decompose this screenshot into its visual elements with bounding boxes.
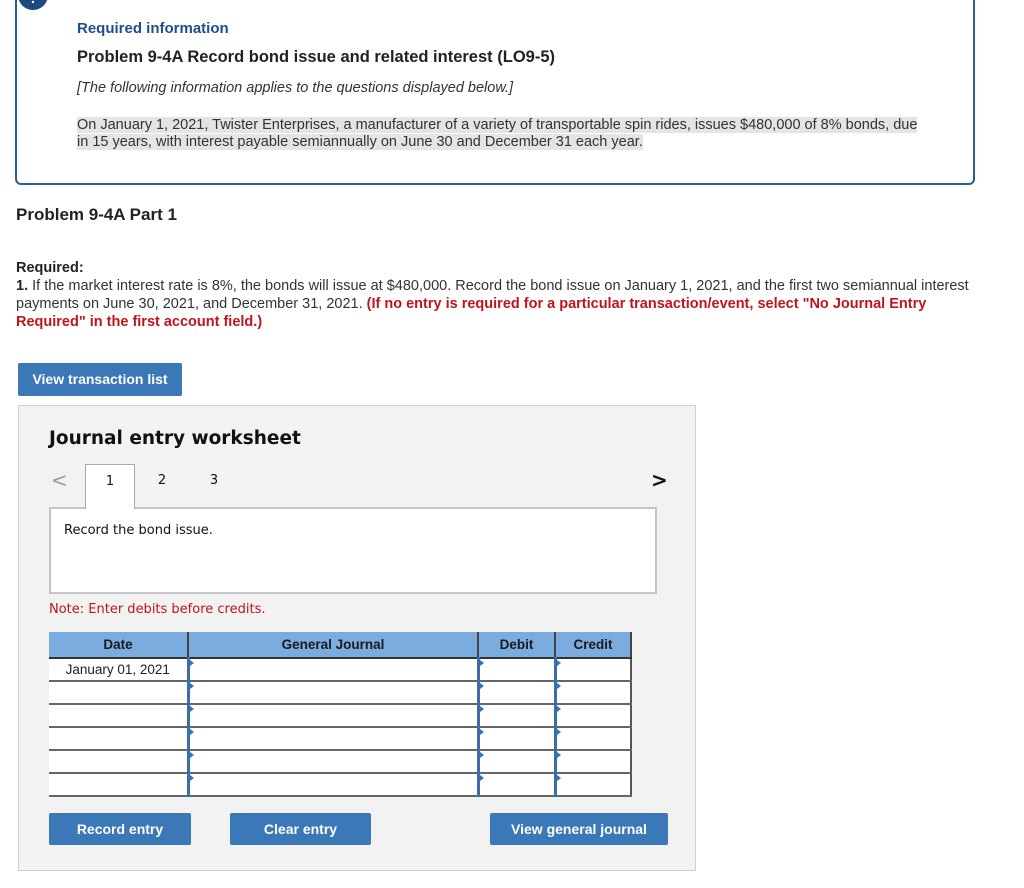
account-input[interactable] [186, 657, 479, 682]
part-heading: Problem 9-4A Part 1 [16, 205, 177, 224]
view-transaction-list-button[interactable]: View transaction list [18, 363, 182, 396]
debit-credit-note: Note: Enter debits before credits. [49, 602, 266, 617]
date-cell[interactable] [49, 704, 189, 728]
header-debit: Debit [478, 632, 556, 659]
account-input[interactable] [186, 680, 479, 705]
credit-input[interactable] [553, 772, 632, 797]
credit-input[interactable] [553, 726, 632, 751]
journal-table: Date General Journal Debit Credit Januar… [49, 632, 632, 797]
table-row [49, 726, 632, 751]
required-information-label: Required information [77, 20, 229, 37]
header-credit: Credit [555, 632, 632, 659]
header-general-journal: General Journal [188, 632, 479, 659]
problem-description-text: On January 1, 2021, Twister Enterprises,… [77, 117, 918, 150]
instruction-box: Record the bond issue. [49, 507, 657, 594]
worksheet-title: Journal entry worksheet [49, 428, 301, 449]
item-number: 1. [16, 278, 29, 294]
debit-input[interactable] [476, 749, 556, 774]
tab-entry-3[interactable]: 3 [189, 464, 239, 508]
date-cell[interactable] [49, 727, 189, 751]
required-instructions: Required: 1. If the market interest rate… [16, 259, 976, 331]
record-entry-button[interactable]: Record entry [49, 813, 191, 845]
credit-input[interactable] [553, 657, 632, 682]
tab-entry-2[interactable]: 2 [137, 464, 187, 508]
problem-title: Problem 9-4A Record bond issue and relat… [77, 48, 555, 66]
date-cell[interactable] [49, 681, 189, 705]
debit-input[interactable] [476, 726, 556, 751]
view-general-journal-button[interactable]: View general journal [490, 813, 668, 845]
debit-input[interactable] [476, 772, 556, 797]
required-information-box: ! Required information Problem 9-4A Reco… [15, 0, 975, 185]
problem-description: On January 1, 2021, Twister Enterprises,… [77, 117, 927, 151]
debit-input[interactable] [476, 680, 556, 705]
account-input[interactable] [186, 703, 479, 728]
alert-icon: ! [18, 0, 48, 10]
credit-input[interactable] [553, 749, 632, 774]
clear-entry-button[interactable]: Clear entry [230, 813, 371, 845]
account-input[interactable] [186, 772, 479, 797]
account-input[interactable] [186, 726, 479, 751]
chevron-right-icon[interactable]: > [651, 468, 668, 492]
credit-input[interactable] [553, 703, 632, 728]
account-input[interactable] [186, 749, 479, 774]
header-date: Date [49, 632, 189, 659]
required-label: Required: [16, 260, 84, 276]
journal-table-header: Date General Journal Debit Credit [49, 632, 632, 659]
instruction-text: Record the bond issue. [64, 523, 213, 538]
table-row [49, 749, 632, 774]
tab-entry-1[interactable]: 1 [85, 464, 135, 509]
table-row [49, 772, 632, 797]
table-row [49, 680, 632, 705]
table-row [49, 703, 632, 728]
journal-entry-worksheet: Journal entry worksheet < 1 2 3 > Record… [18, 405, 696, 871]
debit-input[interactable] [476, 703, 556, 728]
table-row: January 01, 2021 [49, 657, 632, 682]
info-note: [The following information applies to th… [77, 80, 514, 96]
date-cell[interactable] [49, 750, 189, 774]
debit-input[interactable] [476, 657, 556, 682]
date-cell[interactable] [49, 773, 189, 797]
chevron-left-icon[interactable]: < [51, 468, 68, 492]
date-cell[interactable]: January 01, 2021 [49, 658, 189, 682]
credit-input[interactable] [553, 680, 632, 705]
